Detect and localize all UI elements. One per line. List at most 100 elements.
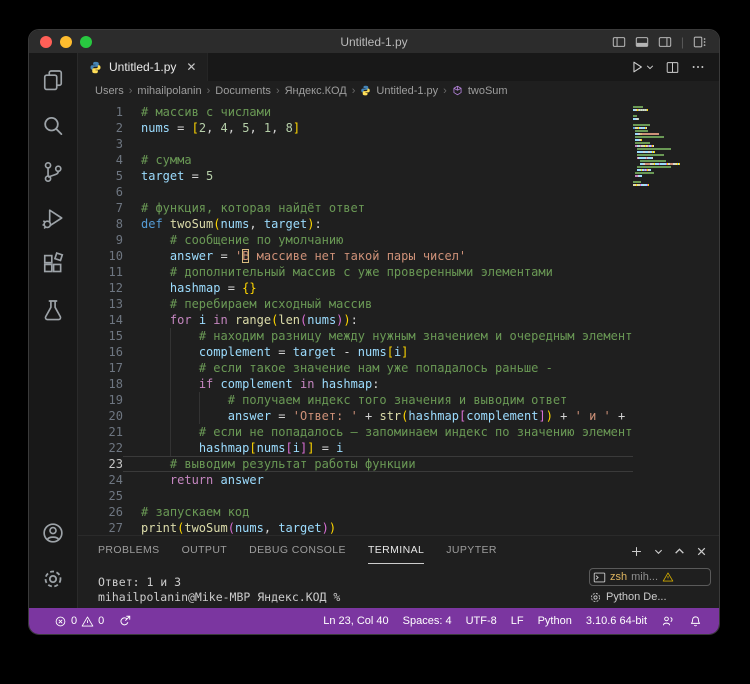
panel-tab-terminal[interactable]: TERMINAL [368,538,424,564]
line-content: hashmap = {} [123,280,633,296]
more-actions-icon[interactable] [691,60,705,74]
line-content: # массив с числами [123,104,633,120]
line-content: # получаем индекс того значения и выводи… [123,392,633,408]
code-line-17[interactable]: 17 # если такое значение нам уже попадал… [78,360,633,376]
code-line-21[interactable]: 21 # если не попадалось — запоминаем инд… [78,424,633,440]
breadcrumb-item[interactable]: Яндекс.КОД [285,85,347,97]
breadcrumb-separator: › [443,85,447,97]
run-debug-icon[interactable] [29,195,77,241]
split-editor-icon[interactable] [666,61,679,74]
minimap[interactable] [633,100,719,535]
ports-icon[interactable] [111,614,139,628]
code-line-22[interactable]: 22 hashmap[nums[i]] = i [78,440,633,456]
line-number: 11 [78,264,123,280]
code-line-20[interactable]: 20 answer = 'Ответ: ' + str(hashmap[comp… [78,408,633,424]
breadcrumb-item[interactable]: Users [95,85,124,97]
indentation-setting[interactable]: Spaces: 4 [396,615,459,627]
code-line-13[interactable]: 13 # перебираем исходный массив [78,296,633,312]
code-line-26[interactable]: 26# запускаем код [78,504,633,520]
source-control-icon[interactable] [29,149,77,195]
breadcrumb-separator: › [352,85,356,97]
panel-tab-jupyter[interactable]: JUPYTER [446,538,497,564]
code-line-19[interactable]: 19 # получаем индекс того значения и выв… [78,392,633,408]
breadcrumb-symbol[interactable]: twoSum [468,85,508,97]
terminal-output[interactable]: Ответ: 1 и 3mihailpolanin@Mike-MBP Яндек… [78,564,589,608]
new-terminal-icon[interactable] [630,545,643,558]
close-panel-icon[interactable] [696,546,707,557]
line-number: 15 [78,328,123,344]
explorer-icon[interactable] [29,57,77,103]
line-content: # сообщение по умолчанию [123,232,633,248]
breadcrumb: Users › mihailpolanin › Documents › Янде… [78,81,719,100]
code-line-27[interactable]: 27print(twoSum(nums, target)) [78,520,633,535]
terminal-dropdown-chevron-icon[interactable] [654,547,663,556]
tab-close-icon[interactable]: ✕ [186,60,196,74]
traffic-close[interactable] [40,36,52,48]
cursor-position[interactable]: Ln 23, Col 40 [316,615,395,627]
line-number: 8 [78,216,123,232]
gear-icon [589,591,602,604]
search-icon[interactable] [29,103,77,149]
code-line-3[interactable]: 3 [78,136,633,152]
customize-layout-icon[interactable] [693,35,707,49]
panel-tab-problems[interactable]: PROBLEMS [98,538,160,564]
traffic-zoom[interactable] [80,36,92,48]
code-line-9[interactable]: 9 # сообщение по умолчанию [78,232,633,248]
code-editor[interactable]: 1# массив с числами2nums = [2, 4, 5, 1, … [78,100,719,535]
code-line-25[interactable]: 25 [78,488,633,504]
warning-icon [81,615,94,628]
terminal-session-zsh[interactable]: zsh mih... [589,568,711,586]
line-content: return answer [123,472,633,488]
code-line-12[interactable]: 12 hashmap = {} [78,280,633,296]
eol-setting[interactable]: LF [504,615,531,627]
feedback-icon[interactable] [654,614,682,628]
line-content: answer = 'Ответ: ' + str(hashmap[complem… [123,408,633,424]
maximize-panel-icon[interactable] [674,546,685,557]
code-line-15[interactable]: 15 # находим разницу между нужным значен… [78,328,633,344]
code-line-23[interactable]: 23 # выводим результат работы функции [78,456,633,472]
code-line-4[interactable]: 4# сумма [78,152,633,168]
warning-count: 0 [98,615,104,627]
breadcrumb-file[interactable]: Untitled-1.py [376,85,438,97]
run-python-file-icon[interactable] [630,60,654,74]
settings-gear-icon[interactable] [29,556,77,602]
panel-tab-output[interactable]: OUTPUT [182,538,228,564]
code-line-16[interactable]: 16 complement = target - nums[i] [78,344,633,360]
code-line-6[interactable]: 6 [78,184,633,200]
extensions-icon[interactable] [29,241,77,287]
language-mode[interactable]: Python [531,615,579,627]
toggle-sidebar-icon[interactable] [612,35,626,49]
session-name: Python De... [606,591,667,603]
terminal-session-python-debug[interactable]: Python De... [589,588,711,606]
panel-tab-debug-console[interactable]: DEBUG CONSOLE [249,538,346,564]
code-line-7[interactable]: 7# функция, которая найдёт ответ [78,200,633,216]
code-line-8[interactable]: 8def twoSum(nums, target): [78,216,633,232]
code-line-1[interactable]: 1# массив с числами [78,104,633,120]
breadcrumb-item[interactable]: mihailpolanin [137,85,201,97]
encoding-setting[interactable]: UTF-8 [459,615,504,627]
line-number: 24 [78,472,123,488]
accounts-icon[interactable] [29,510,77,556]
code-line-11[interactable]: 11 # дополнительный массив с уже провере… [78,264,633,280]
code-line-2[interactable]: 2nums = [2, 4, 5, 1, 8] [78,120,633,136]
testing-icon[interactable] [29,287,77,333]
breadcrumb-item[interactable]: Documents [215,85,271,97]
tab-untitled-1[interactable]: Untitled-1.py ✕ [78,53,208,81]
line-content: # находим разницу между нужным значением… [123,328,633,344]
line-content: # сумма [123,152,633,168]
code-line-5[interactable]: 5target = 5 [78,168,633,184]
code-line-10[interactable]: 10 answer = 'В массиве нет такой пары чи… [78,248,633,264]
line-number: 23 [78,456,123,472]
problems-indicator[interactable]: 0 0 [47,615,111,628]
breadcrumb-separator: › [207,85,211,97]
code-line-14[interactable]: 14 for i in range(len(nums)): [78,312,633,328]
toggle-secondary-sidebar-icon[interactable] [658,35,672,49]
code-line-24[interactable]: 24 return answer [78,472,633,488]
toggle-panel-icon[interactable] [635,35,649,49]
bell-icon[interactable] [682,615,709,628]
terminal-prompt-line: mihailpolanin@Mike-MBP Яндекс.КОД % [98,590,589,605]
python-interpreter[interactable]: 3.10.6 64-bit [579,615,654,627]
code-line-18[interactable]: 18 if complement in hashmap: [78,376,633,392]
error-count: 0 [71,615,77,627]
traffic-minimize[interactable] [60,36,72,48]
